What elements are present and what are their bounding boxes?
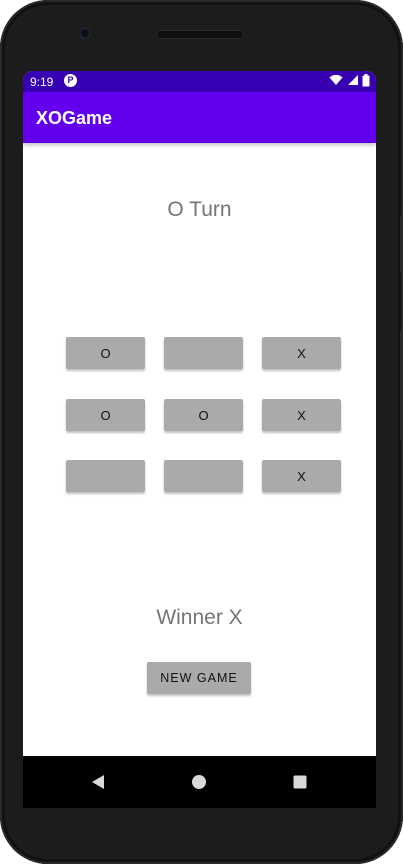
new-game-button[interactable]: NEW GAME	[147, 662, 251, 694]
front-camera	[79, 27, 91, 39]
winner-label: Winner X	[156, 606, 243, 629]
back-triangle-icon[interactable]	[85, 769, 111, 795]
phone-frame: 9:19 P XOGame O Turn O X O O X X Winner …	[0, 0, 403, 864]
cell-0-0[interactable]: O	[66, 337, 145, 369]
cell-2-1[interactable]	[164, 460, 243, 492]
recents-square-icon[interactable]	[287, 769, 313, 795]
cell-0-2[interactable]: X	[262, 337, 341, 369]
navigation-bar	[23, 756, 376, 808]
cell-2-0[interactable]	[66, 460, 145, 492]
cell-1-0[interactable]: O	[66, 399, 145, 431]
cell-1-2[interactable]: X	[262, 399, 341, 431]
game-board: O X O O X X	[23, 71, 376, 808]
home-circle-icon[interactable]	[186, 769, 212, 795]
app-screen: 9:19 P XOGame O Turn O X O O X X Winner …	[23, 71, 376, 808]
cell-0-1[interactable]	[164, 337, 243, 369]
cell-1-1[interactable]: O	[164, 399, 243, 431]
earpiece-speaker	[156, 30, 244, 39]
cell-2-2[interactable]: X	[262, 460, 341, 492]
